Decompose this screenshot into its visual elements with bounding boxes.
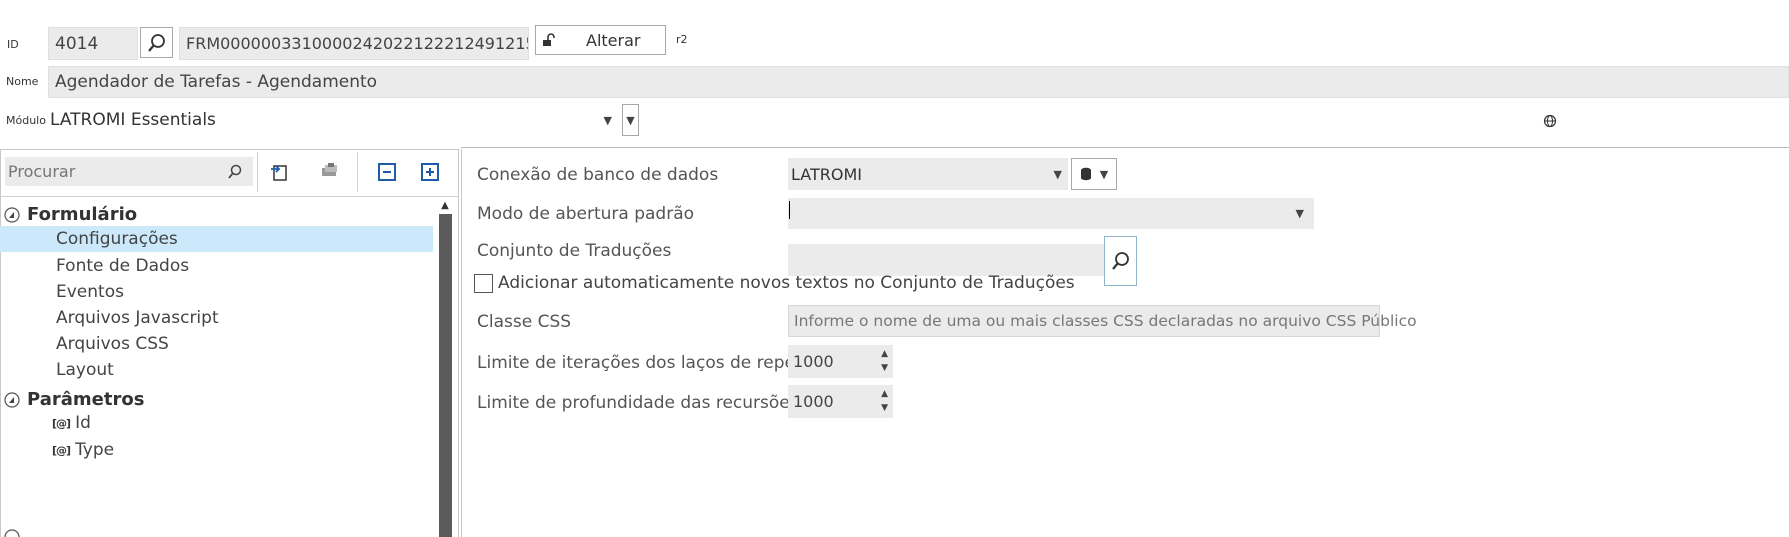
tree-section-formulario[interactable]: Formulário xyxy=(4,204,137,225)
stepper-up-icon[interactable]: ▲ xyxy=(881,387,888,401)
id-field[interactable]: 4014 xyxy=(48,27,138,60)
css-class-placeholder: Informe o nome de uma ou mais classes CS… xyxy=(794,312,1417,330)
translation-set-search-button[interactable] xyxy=(1104,236,1137,286)
form-code-field: FRM000000331000024202212221249121503​05 xyxy=(179,27,529,60)
parameter-icon: [@] xyxy=(52,443,71,457)
tree-item-param-type[interactable]: [@] Type xyxy=(52,440,114,460)
tree-section-title: Formulário xyxy=(27,204,138,225)
id-search-button[interactable] xyxy=(140,27,173,58)
name-field[interactable]: Agendador de Tarefas - Agendamento xyxy=(48,66,1789,98)
auto-add-texts-checkbox[interactable] xyxy=(474,273,493,293)
name-label: Nome xyxy=(6,75,39,88)
loop-limit-stepper[interactable]: 1000 ▲ ▼ xyxy=(788,345,893,378)
search-input[interactable] xyxy=(5,161,220,182)
tree-item-configuracoes[interactable]: Configurações xyxy=(56,229,178,249)
stepper-up-icon[interactable]: ▲ xyxy=(881,347,888,361)
tree-item-param-id[interactable]: [@] Id xyxy=(52,413,91,433)
module-select[interactable]: LATROMI Essentials ▼ xyxy=(48,104,618,136)
recursion-limit-stepper[interactable]: 1000 ▲ ▼ xyxy=(788,385,893,418)
tree-item-layout[interactable]: Layout xyxy=(56,360,114,380)
tree-section-parametros[interactable]: Parâmetros xyxy=(4,389,144,410)
parameter-icon: [@] xyxy=(52,416,71,430)
module-extra-dropdown-button[interactable]: ▼ xyxy=(622,104,639,136)
chevron-down-icon: ▼ xyxy=(1295,207,1304,220)
auto-add-texts-label: Adicionar automaticamente novos textos n… xyxy=(498,273,1075,293)
header-divider xyxy=(461,147,1789,148)
import-icon[interactable] xyxy=(269,162,289,182)
unlock-icon xyxy=(543,33,555,46)
toolbar-divider xyxy=(257,152,258,192)
search-icon xyxy=(1111,252,1129,270)
revision-label: r2 xyxy=(676,33,688,46)
properties-panel-border xyxy=(461,149,462,537)
change-button-label: Alterar xyxy=(586,30,641,50)
tree-item-fonte-de-dados[interactable]: Fonte de Dados xyxy=(56,256,189,276)
collapse-arrow-icon xyxy=(4,391,20,408)
tree-item-arquivos-javascript[interactable]: Arquivos Javascript xyxy=(56,308,219,328)
css-class-label: Classe CSS xyxy=(477,312,572,332)
search-icon xyxy=(228,164,242,179)
tree-item-arquivos-css[interactable]: Arquivos CSS xyxy=(56,334,169,354)
open-mode-label: Modo de abertura padrão xyxy=(477,204,695,224)
toolbar-divider-2 xyxy=(357,152,358,192)
translation-set-field[interactable] xyxy=(788,244,1104,276)
loop-limit-label: Limite de iterações dos laços de repetiç… xyxy=(477,353,837,373)
collapse-all-icon[interactable] xyxy=(378,163,396,181)
css-class-field[interactable]: Informe o nome de uma ou mais classes CS… xyxy=(788,305,1417,337)
recursion-limit-label: Limite de profundidade das recursões xyxy=(477,393,799,413)
chevron-down-icon: ▼ xyxy=(603,113,612,127)
module-select-value: LATROMI Essentials xyxy=(50,110,216,130)
translation-set-label: Conjunto de Traduções xyxy=(477,241,672,261)
auto-add-texts-row[interactable]: Adicionar automaticamente novos textos n… xyxy=(474,273,1075,293)
expand-all-icon[interactable] xyxy=(421,163,439,181)
tree-item-eventos[interactable]: Eventos xyxy=(56,282,124,302)
tree-collapsed-arrow-partial xyxy=(4,529,20,537)
db-connection-label: Conexão de banco de dados xyxy=(477,165,719,185)
db-connection-menu-button[interactable]: ▼ xyxy=(1071,158,1117,190)
collapse-arrow-icon xyxy=(4,206,20,223)
chevron-down-icon: ▼ xyxy=(626,113,635,127)
database-stack-icon[interactable] xyxy=(319,162,341,180)
open-mode-select[interactable]: ▼ xyxy=(788,198,1314,229)
database-icon xyxy=(1080,167,1091,181)
tree-section-title: Parâmetros xyxy=(27,389,145,410)
chevron-down-icon: ▼ xyxy=(1053,167,1062,181)
module-label: Módulo xyxy=(6,114,46,127)
tree-scrollbar-up-arrow[interactable]: ▲ xyxy=(438,200,452,212)
text-cursor xyxy=(789,201,790,219)
search-box[interactable] xyxy=(5,157,253,186)
change-button[interactable]: Alterar xyxy=(535,25,666,55)
stepper-down-icon[interactable]: ▼ xyxy=(881,401,888,415)
tree-scrollbar-thumb[interactable] xyxy=(439,214,452,537)
chevron-down-icon: ▼ xyxy=(1099,167,1109,181)
stepper-down-icon[interactable]: ▼ xyxy=(881,361,888,375)
id-label: ID xyxy=(7,38,19,51)
globe-settings-icon[interactable] xyxy=(1543,113,1557,128)
toolbar-bottom-divider xyxy=(0,196,459,197)
search-icon xyxy=(147,33,165,52)
db-connection-select[interactable]: LATROMI ▼ xyxy=(788,158,1068,190)
